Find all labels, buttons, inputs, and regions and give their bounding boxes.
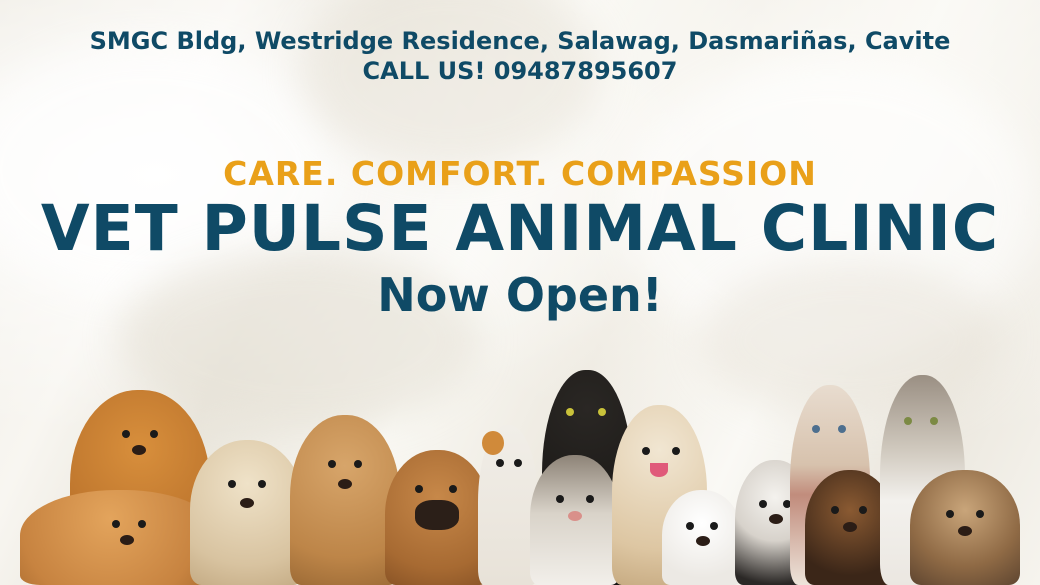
contact-header: SMGC Bldg, Westridge Residence, Salawag,… bbox=[0, 26, 1040, 86]
shih-tzu-brown-image bbox=[910, 470, 1020, 585]
cocker-spaniel-cream-image bbox=[190, 440, 305, 585]
boxer-image bbox=[385, 450, 490, 585]
tagline: CARE. COMFORT. COMPASSION bbox=[223, 154, 817, 193]
phone-text[interactable]: CALL US! 09487895607 bbox=[0, 56, 1040, 86]
shih-tzu-white-image bbox=[662, 490, 742, 585]
clinic-title: VET PULSE ANIMAL CLINIC bbox=[40, 192, 1000, 265]
calico-cat-image bbox=[478, 425, 538, 585]
now-open-text: Now Open! bbox=[377, 268, 663, 322]
cocker-spaniel-golden-image bbox=[290, 415, 400, 585]
tabby-white-cat-image bbox=[530, 455, 620, 585]
address-text: SMGC Bldg, Westridge Residence, Salawag,… bbox=[89, 27, 951, 55]
pets-collage bbox=[0, 360, 1040, 585]
